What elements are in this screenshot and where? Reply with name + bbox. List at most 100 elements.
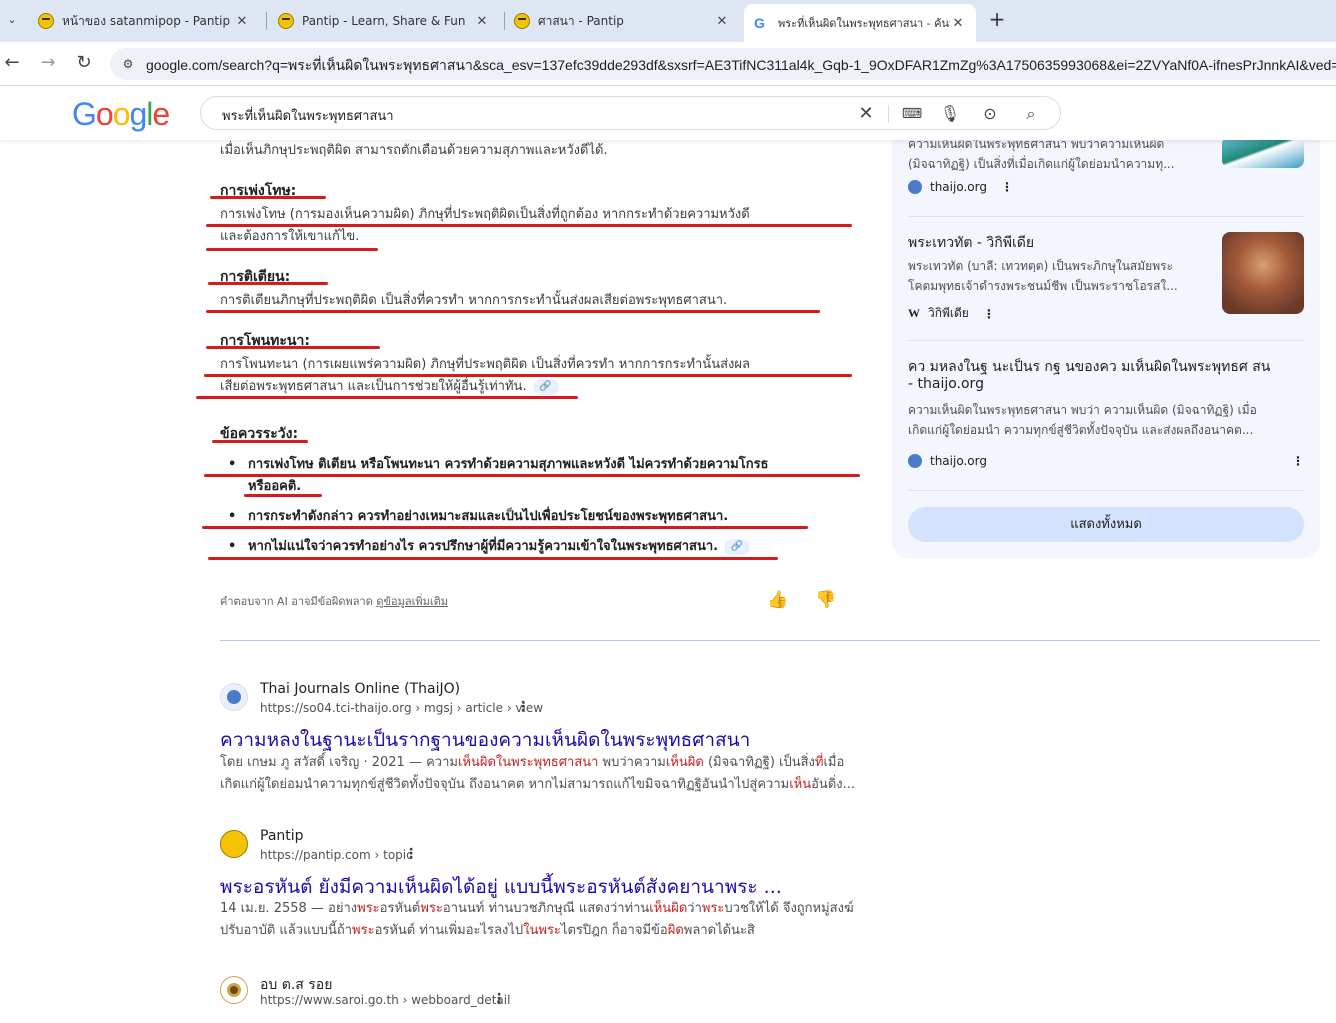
red-underline-annotation	[244, 494, 322, 497]
section-text: เสียต่อพระพุทธศาสนา และเป็นการช่วยให้ผู้…	[220, 376, 559, 398]
link-chip-icon[interactable]: 🔗	[724, 538, 751, 555]
snippet-text: ปรับอาบัติ แล้วแบบนี้ถ้า	[220, 923, 353, 938]
snippet-text: (มิจฉาทิฏฐิ) เป็นสิ่ง	[703, 755, 815, 770]
learn-more-link[interactable]: ดูข้อมูลเพิ่มเติม	[376, 595, 448, 608]
more-options-icon[interactable]: ⋮	[516, 699, 530, 715]
globe-icon	[908, 180, 922, 194]
reload-icon[interactable]: ↻	[72, 51, 96, 75]
snippet-text: ว่า	[687, 901, 702, 916]
snippet-text: อันดิ่ง...	[811, 777, 856, 792]
lens-icon[interactable]: ⊙	[979, 103, 1001, 125]
result-site-name[interactable]: Pantip	[260, 828, 304, 844]
source-snippet: พระเทวทัต (บาลี: เทวทตฺต) เป็นพระภิกษุใน…	[908, 256, 1208, 296]
section-text-line: เสียต่อพระพุทธศาสนา และเป็นการช่วยให้ผู้…	[220, 379, 527, 394]
snippet-highlight: เห็นผิด	[665, 755, 704, 770]
source-snippet-line: โคตมพุทธเจ้าดำรงพระชนม์ชีพ เป็นพระราชโอร…	[908, 279, 1178, 293]
pantip-favicon-icon[interactable]	[220, 830, 248, 858]
snippet-text: พบว่าความ	[598, 755, 666, 770]
snippet-line: 14 เม.ย. 2558 — อย่างพระอรหันต์พระอานนท์…	[220, 898, 870, 920]
source-title[interactable]: พระเทวทัต - วิกิพีเดีย	[908, 232, 1034, 254]
red-underline-annotation	[196, 396, 578, 399]
tab-strip: ⌄ หน้าของ satanmipop - Pantip ✕ Pantip -…	[0, 0, 1336, 42]
microphone-icon[interactable]: 🎙	[939, 103, 961, 125]
search-box[interactable]: พระที่เห็นผิดในพระพุทธศาสนา ✕ ⌨ 🎙 ⊙ ⌕	[200, 96, 1061, 130]
thumbs-up-icon[interactable]: 👍	[766, 588, 790, 612]
pantip-favicon-icon	[278, 13, 294, 29]
tab-pantip-home[interactable]: Pantip - Learn, Share & Fun ✕	[268, 6, 500, 36]
saroi-favicon-icon[interactable]	[220, 976, 248, 1004]
address-bar[interactable]: ⚙ google.com/search?q=พระที่เห็นผิดในพระ…	[110, 48, 1336, 80]
source-snippet-line: พระเทวทัต (บาลี: เทวทตฺต) เป็นพระภิกษุใน…	[908, 259, 1173, 273]
tab-google-search[interactable]: G พระที่เห็นผิดในพระพุทธศาสนา - ค้นห ✕	[744, 4, 976, 42]
source-title[interactable]: คว มหลงในฐ นะเป็นร กฐ นของคว มเห็นผิดในพ…	[908, 356, 1270, 378]
result-url[interactable]: https://www.saroi.go.th › webboard_detai…	[260, 993, 510, 1007]
keyboard-icon[interactable]: ⌨	[901, 103, 923, 125]
tab-title: Pantip - Learn, Share & Fun	[302, 14, 466, 28]
result-title[interactable]: ความหลงในฐานะเป็นรากฐานของความเห็นผิดในพ…	[220, 725, 750, 755]
source-thumbnail[interactable]	[1222, 232, 1304, 314]
source-origin[interactable]: W วิกิพีเดีย ⋮	[908, 304, 995, 323]
result-favicon[interactable]	[220, 683, 248, 711]
globe-icon	[227, 690, 241, 704]
google-favicon-icon: G	[754, 15, 765, 31]
snippet-highlight: ในพระ	[523, 923, 561, 938]
red-underline-annotation	[204, 474, 860, 477]
snippet-text: เกิดแก่ผู้ใดย่อมนำความทุกข์สู่ชีวิตทั้งป…	[220, 777, 790, 792]
source-origin[interactable]: thaijo.org ⋮	[908, 454, 1304, 468]
close-icon[interactable]: ✕	[234, 14, 250, 29]
close-icon[interactable]: ✕	[950, 16, 966, 31]
section-text: และต้องการให้เขาแก้ไข.	[220, 229, 360, 244]
clear-icon[interactable]: ✕	[855, 103, 877, 125]
source-title-cont[interactable]: - thaijo.org	[908, 376, 984, 392]
google-logo[interactable]: Google	[72, 96, 170, 133]
site-settings-icon[interactable]: ⚙	[120, 56, 136, 72]
search-divider	[888, 105, 889, 123]
ai-disclaimer: คำตอบจาก AI อาจมีข้อผิดพลาด ดูข้อมูลเพิ่…	[220, 592, 448, 610]
red-underline-annotation	[202, 526, 808, 529]
tab-search-menu[interactable]: ⌄	[0, 4, 24, 34]
pantip-favicon-icon	[514, 13, 530, 29]
source-snippet-line: ความเห็นผิดในพระพุทธศาสนา พบว่า ความเห็น…	[908, 403, 1257, 417]
new-tab-icon[interactable]: +	[986, 8, 1008, 30]
result-site-name[interactable]: Thai Journals Online (ThaiJO)	[260, 681, 460, 697]
tab-religion[interactable]: ศาสนา - Pantip ✕	[504, 6, 740, 36]
thumbs-down-icon[interactable]: 👎	[814, 588, 838, 612]
snippet-text: พลาดได้นะสิ	[683, 923, 755, 938]
search-icon[interactable]: ⌕	[1020, 103, 1042, 125]
pantip-favicon-icon	[38, 13, 54, 29]
result-url[interactable]: https://pantip.com › topic	[260, 848, 413, 862]
tab-satanmipop[interactable]: หน้าของ satanmipop - Pantip ✕	[28, 6, 260, 36]
snippet-line: โดย เกษม ภู สวัสดิ์ เจริญ · 2021 — ความ เ…	[220, 752, 870, 774]
ai-intro-text: เมื่อเห็นภิกษุประพฤติผิด สามารถตักเตือนด…	[220, 143, 608, 158]
snippet-text: 14 เม.ย. 2558 — อย่าง	[220, 901, 358, 916]
source-thumbnail[interactable]	[1222, 136, 1304, 168]
snippet-text: เมื่อ	[823, 755, 845, 770]
back-arrow-icon[interactable]: ←	[0, 51, 24, 75]
forward-arrow-icon[interactable]: →	[36, 51, 60, 75]
close-icon[interactable]: ✕	[474, 14, 490, 29]
snippet-text: อานนท์ ท่านบวชภิกษุณี แสดงว่าท่าน	[442, 901, 650, 916]
close-icon[interactable]: ✕	[714, 14, 730, 29]
link-chip-icon[interactable]: 🔗	[532, 378, 559, 395]
section-text: การเพ่งโทษ (การมองเห็นความผิด) ภิกษุที่ป…	[220, 207, 750, 222]
more-options-icon[interactable]: ⋮	[1292, 454, 1304, 468]
more-options-icon[interactable]: ⋮	[1001, 180, 1013, 194]
tab-title: ศาสนา - Pantip	[538, 13, 624, 28]
red-underline-annotation	[208, 557, 778, 560]
snippet-text: บวชให้ได้ จึงถูกหมู่สงฆ์	[724, 901, 854, 916]
more-options-icon[interactable]: ⋮	[492, 991, 506, 1007]
caution-bullet: หากไม่แน่ใจว่าควรทำอย่างไร ควรปรึกษาผู้ท…	[228, 536, 751, 558]
snippet-text: อรหันต์ ท่านเพิ่มอะไรลงไป	[374, 923, 524, 938]
source-origin[interactable]: thaijo.org ⋮	[908, 180, 1013, 194]
show-all-button[interactable]: แสดงทั้งหมด	[908, 507, 1304, 542]
address-url[interactable]: google.com/search?q=พระที่เห็นผิดในพระพุ…	[146, 55, 1336, 77]
snippet-text: ไตรปิฎก ก็อาจมีข้อ	[560, 923, 668, 938]
more-options-icon[interactable]: ⋮	[404, 846, 418, 862]
search-input[interactable]: พระที่เห็นผิดในพระพุทธศาสนา	[222, 105, 394, 126]
more-options-icon[interactable]: ⋮	[983, 307, 995, 321]
source-name: thaijo.org	[930, 180, 987, 194]
red-underline-annotation	[212, 440, 308, 443]
snippet-text: โดย เกษม ภู สวัสดิ์ เจริญ · 2021 — ความ	[220, 755, 458, 770]
panel-divider	[908, 216, 1304, 217]
result-url[interactable]: https://so04.tci-thaijo.org › mgsj › art…	[260, 701, 543, 715]
